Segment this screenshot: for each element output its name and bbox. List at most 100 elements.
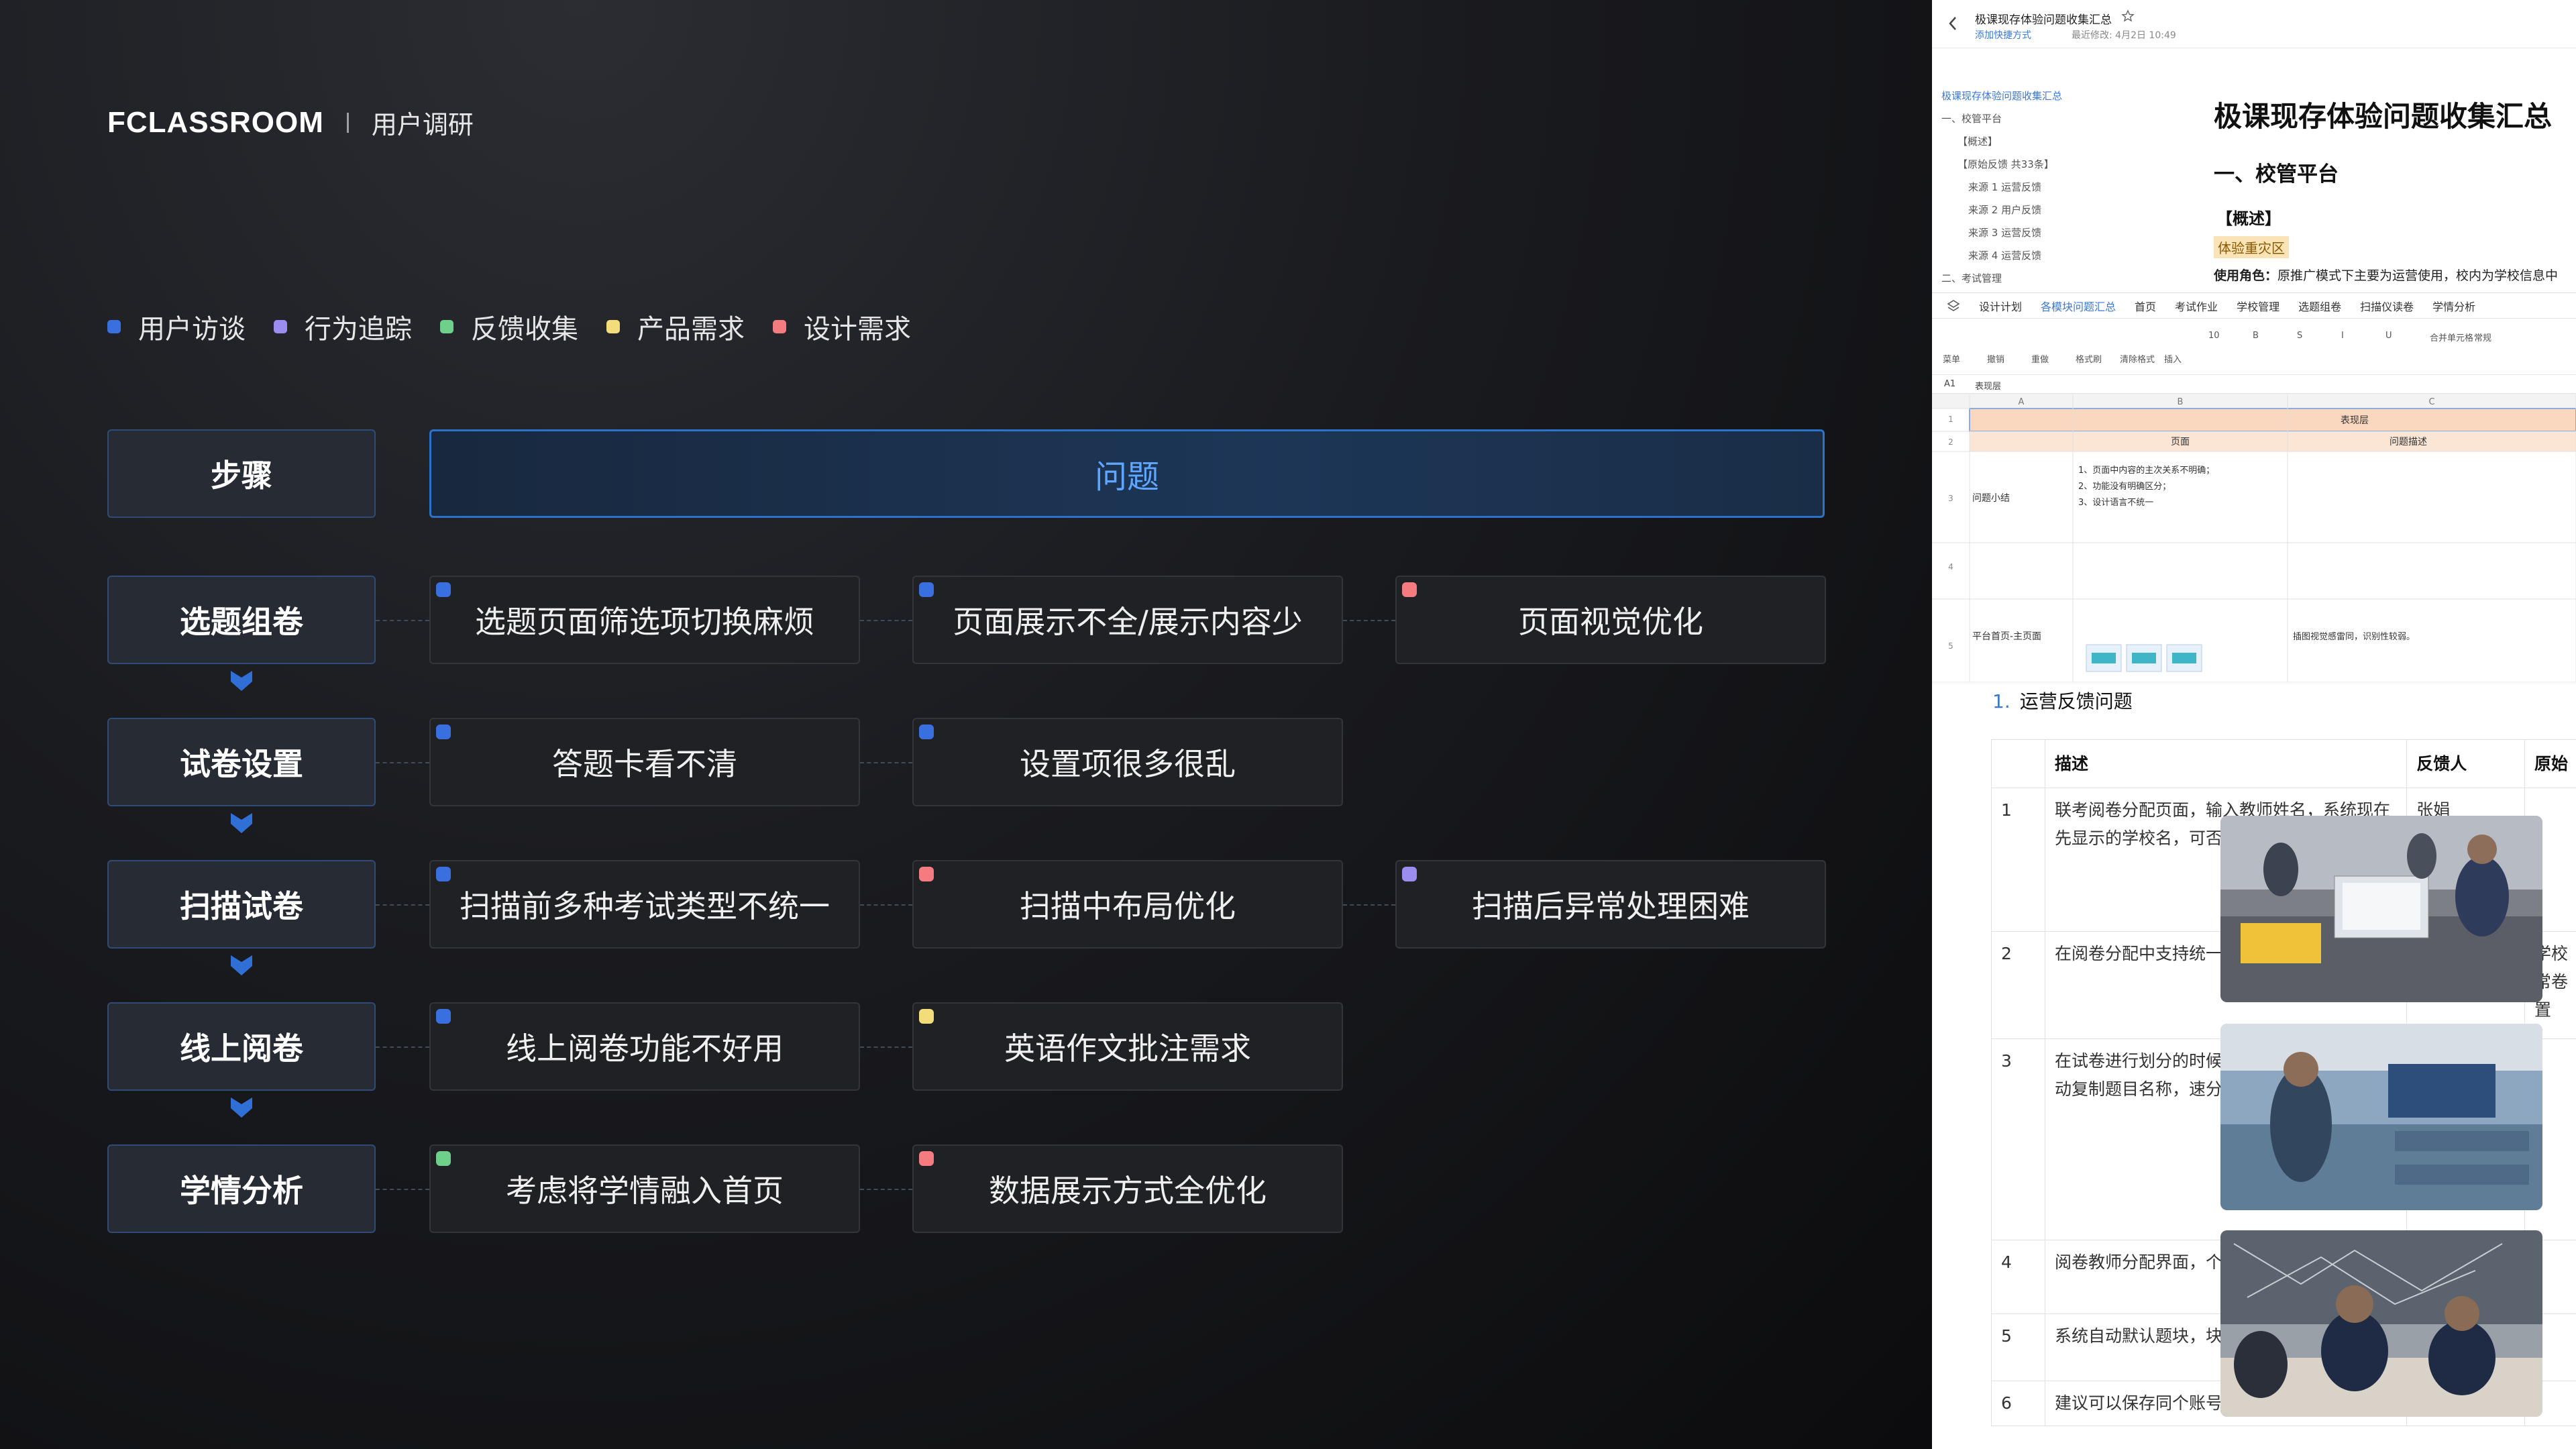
issues-header: 问题	[429, 429, 1825, 518]
step-box: 试卷设置	[107, 718, 376, 806]
down-arrow-icon	[231, 1097, 252, 1118]
outline-item[interactable]: 来源 4 运营反馈	[1941, 244, 2076, 267]
column-letter: A	[2019, 397, 2025, 407]
header-cell: 反馈人	[2406, 739, 2526, 788]
issue-text: 答题卡看不清	[552, 746, 737, 782]
legend-item: 产品需求	[606, 307, 745, 346]
outline-item[interactable]: 二、考试管理	[1941, 267, 2076, 290]
photo-classroom-teacher	[2220, 1024, 2542, 1210]
connector-line	[376, 620, 429, 621]
connector-line	[376, 1189, 429, 1190]
section-title: 用户调研	[371, 110, 474, 140]
outline-item[interactable]: 【原始反馈 共33条】	[1941, 153, 2076, 176]
column-letter: B	[2178, 397, 2184, 407]
cell-n: 2	[1991, 931, 2045, 1039]
toolbar-item[interactable]: 常规	[2474, 331, 2491, 343]
outline-item[interactable]: 【概述】	[1941, 130, 2076, 153]
header-cell: 描述	[2044, 739, 2408, 788]
issue-text: 设置项很多很乱	[1020, 746, 1236, 782]
cell-n: 1	[1991, 788, 2045, 932]
issue-text: 考虑将学情融入首页	[506, 1173, 784, 1209]
sheet-grid[interactable]: A B C 表现层页面 问题描述问题小结 1、页面中内容的主次关系不明确； 2、功能没有明确…	[1932, 394, 2576, 682]
legend-swatch	[606, 320, 620, 333]
legend-label: 反馈收集	[471, 314, 578, 345]
cell-n: 4	[1991, 1240, 2045, 1314]
toolbar-item[interactable]: 菜单	[1943, 352, 1960, 365]
doc-h2: 【概述】	[2216, 209, 2281, 228]
doc-outline: 极课现存体验问题收集汇总 一、校管平台 【概述】 【原始反馈 共33条】 来源 1 运营…	[1941, 85, 2076, 290]
legend-swatch	[107, 320, 121, 333]
outline-item[interactable]: 来源 3 运营反馈	[1941, 221, 2076, 244]
issue-text: 扫描后异常处理困难	[1472, 888, 1750, 924]
toolbar-item[interactable]: I	[2341, 331, 2344, 341]
back-icon[interactable]	[1948, 16, 1957, 31]
connector-line	[860, 1189, 912, 1190]
legend-label: 用户访谈	[138, 314, 246, 345]
issue-card: 扫描前多种考试类型不统一	[429, 860, 860, 949]
sheet-toolbar: 菜单 撤销 重做 格式刷 清除格式 插入 10 B S I U 合并单元格 常规	[1932, 319, 2576, 375]
sheet-tab[interactable]: 各模块问题汇总	[2041, 298, 2116, 314]
step-box: 选题组卷	[107, 576, 376, 664]
role-label: 使用角色：	[2214, 268, 2278, 283]
toolbar-item[interactable]: U	[2385, 331, 2392, 341]
legend-item: 设计需求	[773, 307, 911, 346]
toolbar-item[interactable]: 格式刷	[2076, 352, 2102, 365]
sheet-tab[interactable]: 学情分析	[2432, 298, 2475, 314]
toolbar-item[interactable]: 撤销	[1987, 352, 2004, 365]
down-arrow-icon	[231, 671, 252, 691]
outline-item[interactable]: 极课现存体验问题收集汇总	[1941, 85, 2076, 107]
sheet-tab[interactable]: 学校管理	[2237, 298, 2279, 314]
outline-item[interactable]: 来源 2 用户反馈	[1941, 199, 2076, 221]
row5-text: 插图视觉感雷同，识别性较弱。	[2293, 631, 2415, 642]
toolbar-item[interactable]: 重做	[2031, 352, 2049, 365]
down-arrow-icon	[231, 813, 252, 833]
add-shortcut-link[interactable]: 添加快捷方式	[1975, 28, 2031, 42]
doc-title: 极课现存体验问题收集汇总	[1975, 13, 2112, 27]
cell-n: 6	[1991, 1381, 2045, 1426]
issue-card: 英语作文批注需求	[912, 1002, 1343, 1091]
issue-type-marker	[436, 1009, 451, 1024]
sheet-tab[interactable]: 选题组卷	[2298, 298, 2341, 314]
header-divider	[346, 112, 349, 133]
issue-card: 数据展示方式全优化	[912, 1144, 1343, 1233]
connector-line	[860, 620, 912, 621]
photo-meeting-table	[2220, 1230, 2542, 1417]
outline-item[interactable]: 一、校管平台	[1941, 107, 2076, 130]
issue-type-marker	[919, 582, 934, 597]
row3-line: 1、页面中内容的主次关系不明确；	[2078, 465, 2214, 476]
issue-type-marker	[436, 724, 451, 739]
issue-card: 设置项很多很乱	[912, 718, 1343, 806]
issue-text: 扫描中布局优化	[1020, 888, 1236, 924]
legend-item: 行为追踪	[274, 307, 412, 346]
sheet-tab[interactable]: 扫描仪读卷	[2360, 298, 2414, 314]
issue-text: 线上阅卷功能不好用	[506, 1030, 784, 1067]
toolbar-item[interactable]: 合并单元格	[2430, 331, 2473, 343]
embedded-sheet: 设计计划 各模块问题汇总 首页 考试作业 学校管理 选题组卷 扫描仪读卷 学情分析 菜单 撤销 重…	[1932, 292, 2576, 684]
toolbar-item[interactable]: B	[2253, 331, 2259, 341]
section-number: 1.	[1992, 690, 2010, 712]
issue-type-marker	[436, 867, 451, 881]
sheet-tab[interactable]: 首页	[2135, 298, 2156, 314]
toolbar-item[interactable]: 清除格式	[2120, 352, 2155, 365]
star-icon[interactable]	[2121, 9, 2135, 23]
toolbar-item[interactable]: S	[2297, 331, 2302, 341]
cell-value[interactable]: 表现层	[1975, 379, 2001, 392]
down-arrow-icon	[231, 955, 252, 975]
issue-type-marker	[1402, 582, 1417, 597]
sheet-tab[interactable]: 设计计划	[1979, 298, 2022, 314]
toolbar-item[interactable]: 插入	[2164, 352, 2182, 365]
header-cell-index	[1991, 739, 2045, 788]
row3-label: 问题小结	[1972, 493, 2010, 504]
role-line: 使用角色：原推广模式下主要为运营使用，校内为学校信息中	[2214, 266, 2558, 284]
toolbar-item[interactable]: 10	[2208, 331, 2220, 341]
row5-label: 平台首页-主页面	[1972, 631, 2041, 642]
layers-icon[interactable]	[1947, 299, 1960, 313]
issue-type-marker	[919, 867, 934, 881]
connector-line	[1343, 620, 1395, 621]
issue-text: 选题页面筛选项切换麻烦	[475, 604, 814, 640]
outline-item[interactable]: 来源 1 运营反馈	[1941, 176, 2076, 199]
sheet-tab[interactable]: 考试作业	[2175, 298, 2218, 314]
slide-panel: FCLASSROOM 用户调研 用户访谈 行为追踪 反馈收集 产品需求 设计需求 步骤 …	[0, 0, 1932, 1449]
legend-item: 用户访谈	[107, 307, 246, 346]
row2-desc: 问题描述	[2390, 437, 2427, 447]
